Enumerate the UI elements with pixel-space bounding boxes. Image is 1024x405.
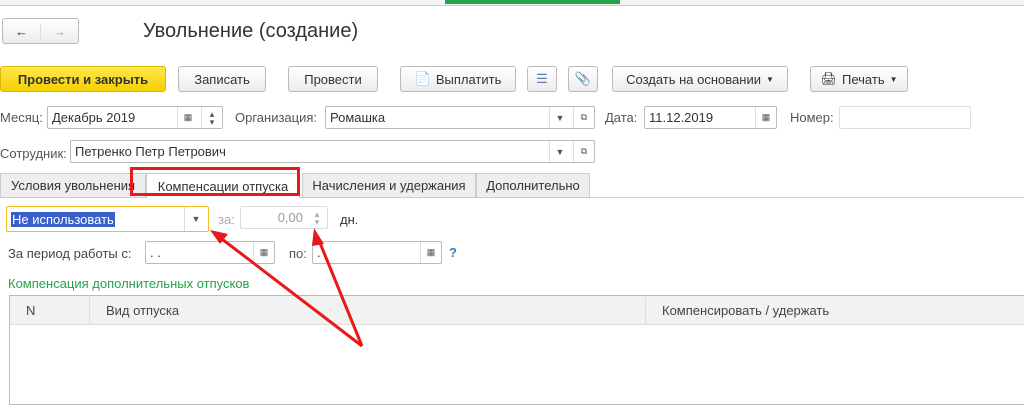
annotation-arrows — [210, 228, 364, 348]
arrowhead-icon — [312, 228, 324, 246]
